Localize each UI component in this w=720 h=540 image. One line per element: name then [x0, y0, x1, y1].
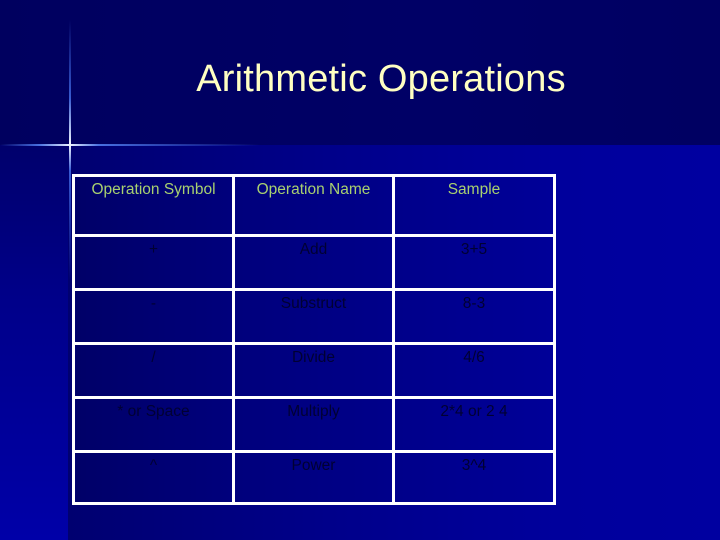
- operations-table: Operation Symbol Operation Name Sample +…: [72, 174, 556, 505]
- cell-name: Substruct: [232, 288, 395, 345]
- slide-title: Arithmetic Operations: [196, 58, 566, 100]
- header-operation-symbol: Operation Symbol: [72, 174, 235, 237]
- cell-name: Add: [232, 234, 395, 291]
- cell-symbol: ^: [72, 450, 235, 505]
- light-flare-horizontal-decoration: [0, 144, 260, 146]
- table-row: - Substruct 8-3: [72, 288, 556, 345]
- cell-name: Divide: [232, 342, 395, 399]
- table-row: * or Space Multiply 2*4 or 2 4: [72, 396, 556, 453]
- cell-sample: 4/6: [392, 342, 556, 399]
- cell-symbol: +: [72, 234, 235, 291]
- table-row: / Divide 4/6: [72, 342, 556, 399]
- cell-sample: 8-3: [392, 288, 556, 345]
- cell-symbol: * or Space: [72, 396, 235, 453]
- cell-sample: 2*4 or 2 4: [392, 396, 556, 453]
- left-strip-background: [0, 145, 68, 540]
- table-header-row: Operation Symbol Operation Name Sample: [72, 174, 556, 237]
- table-row: + Add 3+5: [72, 234, 556, 291]
- table-row: ^ Power 3^4: [72, 450, 556, 505]
- slide: Arithmetic Operations Operation Symbol O…: [0, 0, 720, 540]
- cell-symbol: -: [72, 288, 235, 345]
- cell-name: Multiply: [232, 396, 395, 453]
- header-sample: Sample: [392, 174, 556, 237]
- header-operation-name: Operation Name: [232, 174, 395, 237]
- cell-name: Power: [232, 450, 395, 505]
- cell-sample: 3^4: [392, 450, 556, 505]
- cell-sample: 3+5: [392, 234, 556, 291]
- cell-symbol: /: [72, 342, 235, 399]
